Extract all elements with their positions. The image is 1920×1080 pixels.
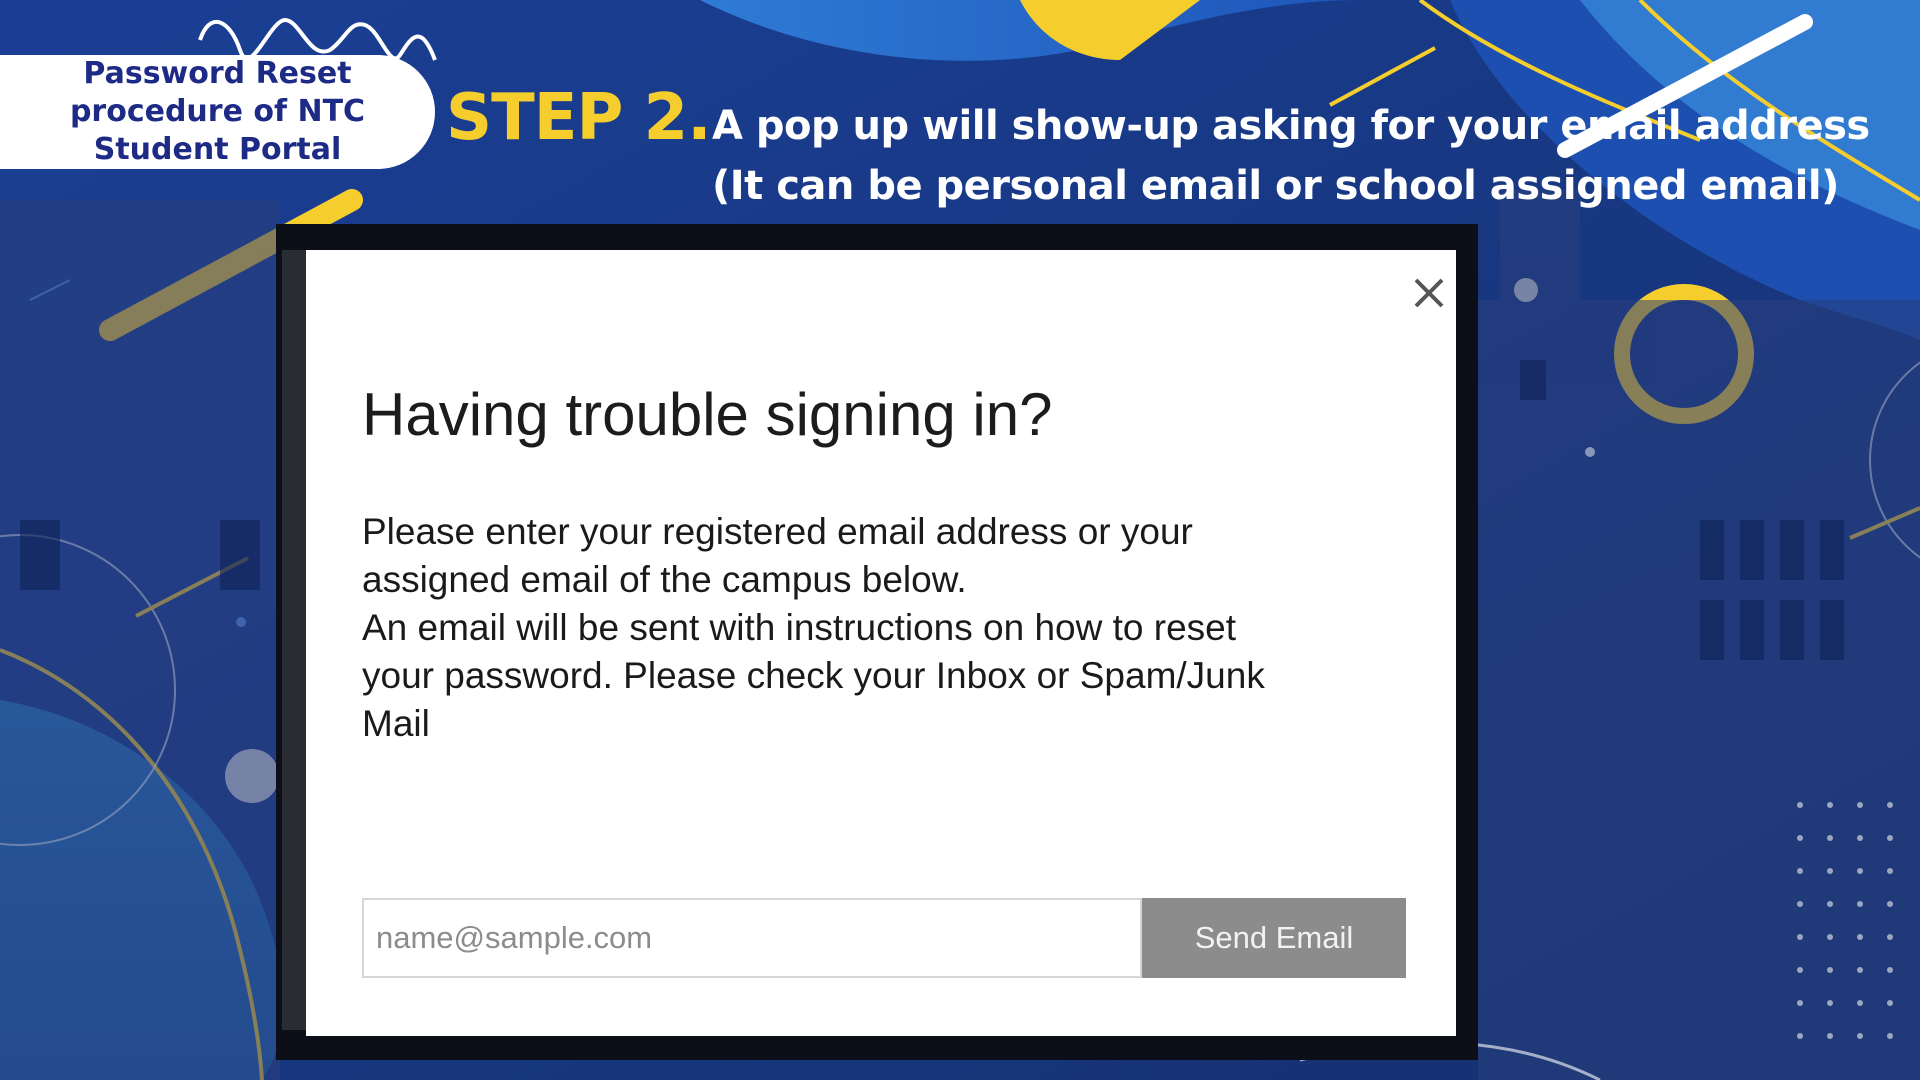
slide-title-line: procedure of NTC — [69, 94, 366, 129]
body-line: assigned email of the campus below. — [362, 559, 967, 600]
body-line: An email will be sent with instructions … — [362, 607, 1237, 648]
slide-title-line: Password Reset — [83, 56, 352, 91]
body-line: Please enter your registered email addre… — [362, 511, 1193, 552]
body-line: Mail — [362, 703, 430, 744]
modal-body-text: Please enter your registered email addre… — [362, 508, 1402, 748]
password-reset-modal: Having trouble signing in? Please enter … — [306, 250, 1456, 1036]
step-instructions: A pop up will show-up asking for your em… — [712, 96, 1870, 216]
email-input[interactable] — [362, 898, 1142, 978]
send-email-button[interactable]: Send Email — [1142, 898, 1406, 978]
body-line: your password. Please check your Inbox o… — [362, 655, 1265, 696]
modal-heading: Having trouble signing in? — [362, 381, 1053, 448]
slide-title-line: Student Portal — [93, 132, 342, 167]
slide-title-pill: Password Reset procedure of NTC Student … — [0, 55, 435, 169]
close-icon[interactable] — [1412, 276, 1446, 310]
step-label: STEP 2. — [446, 81, 711, 155]
instruction-line: A pop up will show-up asking for your em… — [712, 103, 1870, 149]
instruction-line: (It can be personal email or school assi… — [712, 163, 1839, 209]
